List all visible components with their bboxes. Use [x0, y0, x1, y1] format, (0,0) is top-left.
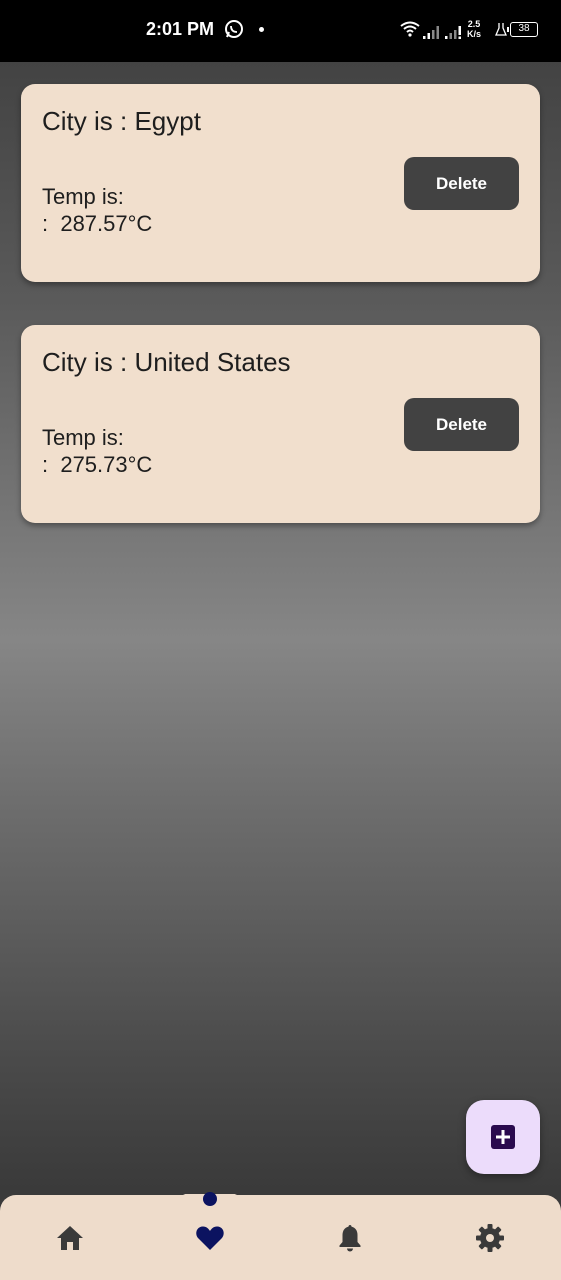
gear-icon: [476, 1224, 504, 1252]
city-title: City is : Egypt: [42, 106, 201, 136]
bell-icon: [339, 1225, 361, 1252]
flask-icon: [495, 23, 507, 36]
nav-active-indicator: [203, 1192, 217, 1206]
network-speed-value: 2.5: [467, 19, 481, 29]
notification-dot: [259, 27, 264, 32]
heart-icon: [196, 1226, 224, 1250]
nav-home[interactable]: [54, 1222, 86, 1254]
status-bar: 2:01 PM 2.5 K/s 38: [0, 0, 561, 62]
home-icon: [57, 1226, 83, 1250]
temp-value: : 275.73°C: [42, 452, 153, 477]
wifi-icon: [400, 21, 420, 37]
network-speed-unit: K/s: [467, 29, 482, 39]
city-card: City is : Egypt Temp is: : 287.57°C Dele…: [21, 84, 540, 282]
battery-icon: 38: [507, 22, 538, 37]
signal-icon: [423, 26, 439, 39]
city-card: City is : United States Temp is: : 275.7…: [21, 325, 540, 523]
whatsapp-icon: [225, 20, 243, 38]
add-city-button[interactable]: [466, 1100, 540, 1174]
nav-settings[interactable]: [474, 1222, 506, 1254]
delete-button[interactable]: Delete: [404, 157, 519, 210]
nav-notifications[interactable]: [334, 1222, 366, 1254]
city-title: City is : United States: [42, 347, 291, 377]
status-indicators: 2.5 K/s 38: [400, 17, 545, 43]
nav-favorites[interactable]: [194, 1222, 226, 1254]
network-speed: 2.5 K/s: [467, 19, 481, 39]
temp-value: : 287.57°C: [42, 211, 153, 236]
temp-label: Temp is:: [42, 425, 124, 450]
temp-label: Temp is:: [42, 184, 124, 209]
signal-icon-2: [445, 26, 461, 39]
status-time: 2:01 PM: [146, 19, 215, 39]
add-box-icon: [491, 1125, 515, 1149]
delete-button[interactable]: Delete: [404, 398, 519, 451]
